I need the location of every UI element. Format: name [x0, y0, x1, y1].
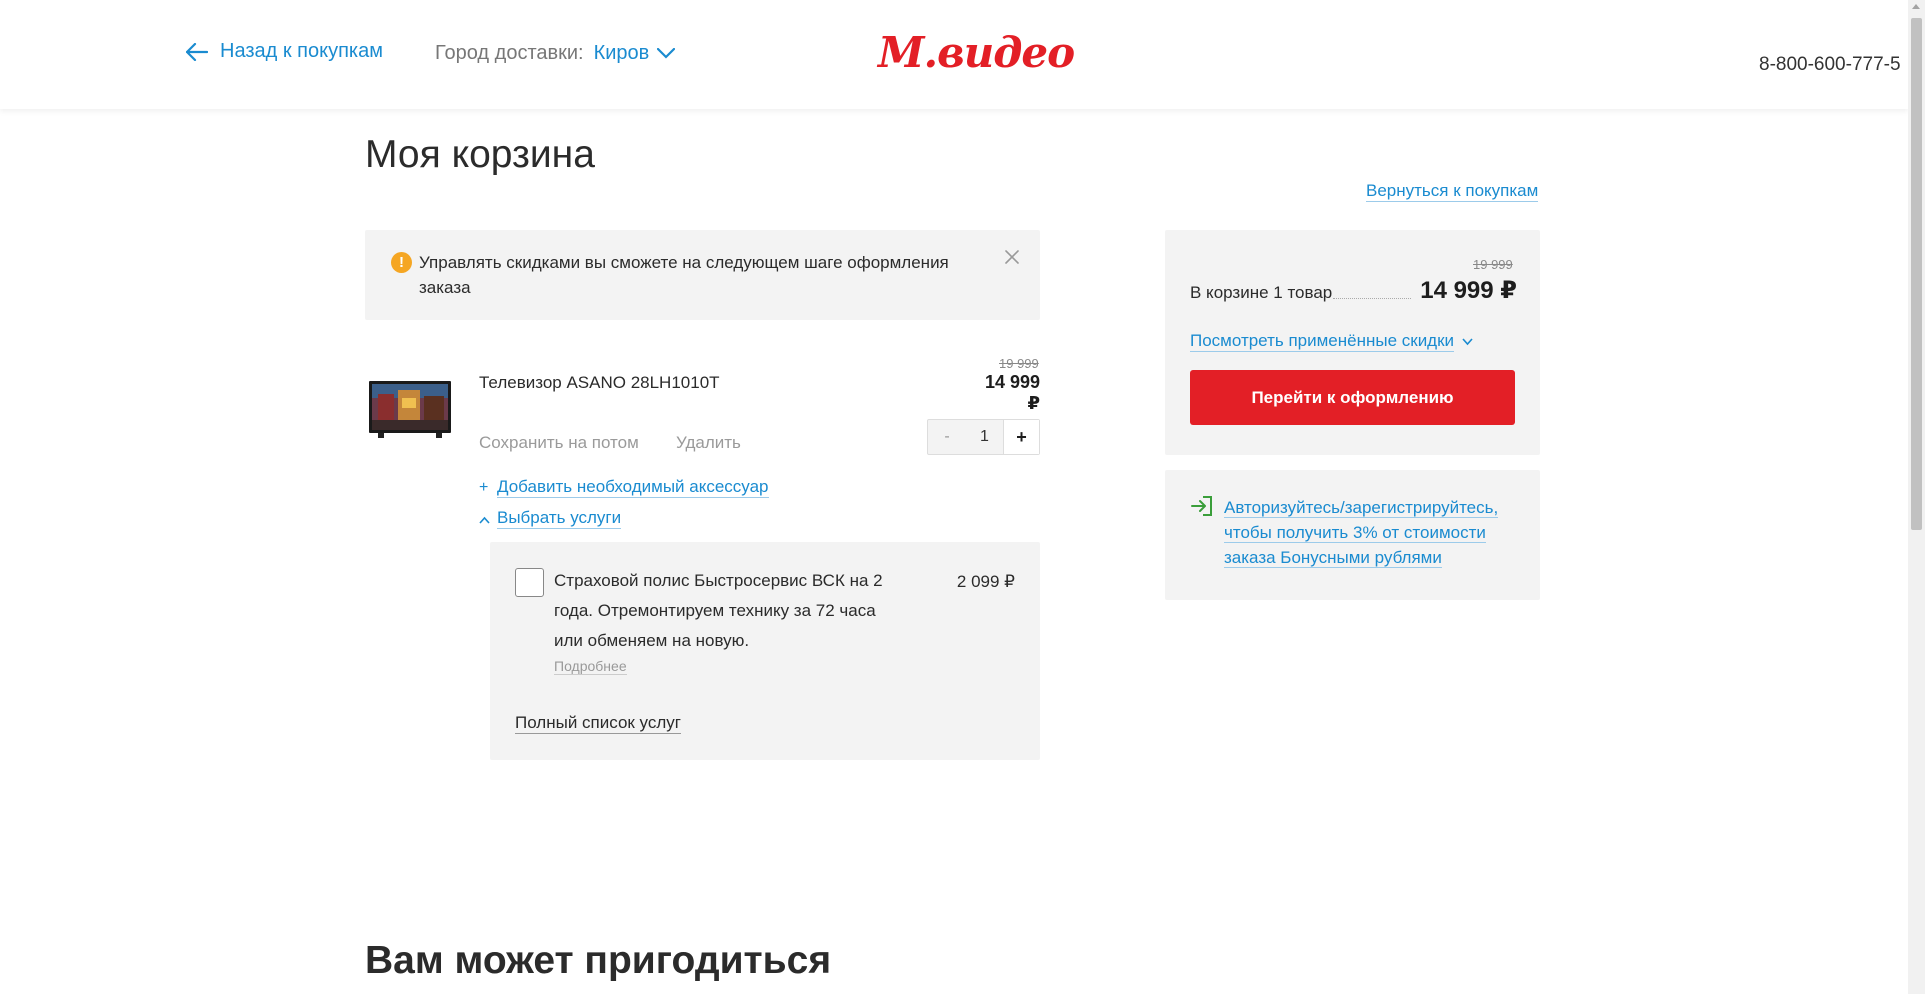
view-discounts-link[interactable]: Посмотреть применённые скидки — [1190, 331, 1473, 352]
auth-link-text: Авторизуйтесь/зарегистрируйтесь, чтобы п… — [1224, 498, 1499, 568]
summary-old-price: 19 999 — [1473, 257, 1513, 272]
insurance-more-link[interactable]: Подробнее — [554, 658, 627, 675]
choose-services-label: Выбрать услуги — [497, 508, 622, 529]
page-title: Моя корзина — [365, 133, 595, 176]
notice-text: Управлять скидками вы сможете на следующ… — [419, 253, 949, 297]
page-scrollbar[interactable] — [1908, 0, 1925, 994]
plus-icon: + — [479, 478, 489, 496]
tv-image[interactable] — [368, 380, 452, 440]
discount-notice: ! Управлять скидками вы сможете на следу… — [365, 230, 1040, 320]
close-icon[interactable] — [1001, 246, 1023, 268]
city-selector[interactable]: Киров — [594, 42, 676, 65]
summary-total-price: 14 999 ₽ — [1420, 277, 1517, 304]
return-to-shopping-link[interactable]: Вернуться к покупкам — [1366, 181, 1539, 202]
insurance-checkbox[interactable] — [515, 568, 544, 597]
qty-increase-button[interactable]: + — [1003, 420, 1039, 454]
insurance-description: Страховой полис Быстросервис ВСК на 2 го… — [554, 571, 883, 650]
delivery-city: Город доставки: Киров — [435, 42, 676, 65]
auth-link[interactable]: Авторизуйтесь/зарегистрируйтесь, чтобы п… — [1224, 495, 1524, 570]
choose-services-toggle[interactable]: Выбрать услуги — [479, 508, 622, 529]
back-to-shopping-link[interactable]: Назад к покупкам — [186, 40, 383, 63]
product-old-price: 19 999 — [999, 356, 1039, 371]
site-header: Назад к покупкам Город доставки: Киров М… — [0, 0, 1908, 109]
chevron-down-icon — [1462, 337, 1473, 345]
add-accessory-link[interactable]: + Добавить необходимый аксессуар — [479, 477, 769, 498]
save-for-later-link[interactable]: Сохранить на потом — [479, 433, 639, 453]
view-discounts-label: Посмотреть применённые скидки — [1190, 331, 1455, 352]
login-icon — [1191, 496, 1212, 516]
mvideo-logo[interactable]: М.видео — [878, 28, 1075, 77]
services-panel: Страховой полис Быстросервис ВСК на 2 го… — [490, 542, 1040, 760]
quantity-stepper: - 1 + — [927, 419, 1040, 455]
phone-number[interactable]: 8-800-600-777-5 — [1759, 54, 1901, 76]
city-value: Киров — [593, 42, 650, 64]
product-name[interactable]: Телевизор ASANO 28LH1010T — [479, 373, 720, 393]
product-price: 14 999 ₽ — [984, 372, 1040, 413]
summary-dots-divider — [1333, 298, 1411, 299]
qty-value[interactable]: 1 — [966, 420, 1003, 454]
chevron-down-icon — [657, 48, 676, 59]
order-summary: 19 999 В корзине 1 товар 14 999 ₽ Посмот… — [1165, 230, 1540, 455]
back-link-label: Назад к покупкам — [220, 40, 383, 62]
related-section-title: Вам может пригодиться — [365, 939, 832, 982]
arrow-left-icon — [186, 42, 208, 61]
delete-link[interactable]: Удалить — [676, 433, 741, 453]
qty-decrease-button[interactable]: - — [928, 420, 966, 454]
chevron-up-icon — [479, 509, 497, 529]
warning-icon: ! — [391, 252, 412, 273]
city-label: Город доставки: — [435, 42, 584, 64]
checkout-button[interactable]: Перейти к оформлению — [1190, 370, 1515, 425]
scroll-thumb[interactable] — [1911, 18, 1922, 530]
scroll-up-arrow-icon[interactable] — [1912, 4, 1920, 9]
add-accessory-label: Добавить необходимый аксессуар — [497, 477, 769, 498]
full-services-list-link[interactable]: Полный список услуг — [515, 713, 681, 734]
insurance-price: 2 099 ₽ — [956, 572, 1015, 591]
auth-promo: Авторизуйтесь/зарегистрируйтесь, чтобы п… — [1165, 470, 1540, 600]
summary-count-label: В корзине 1 товар — [1190, 283, 1333, 302]
